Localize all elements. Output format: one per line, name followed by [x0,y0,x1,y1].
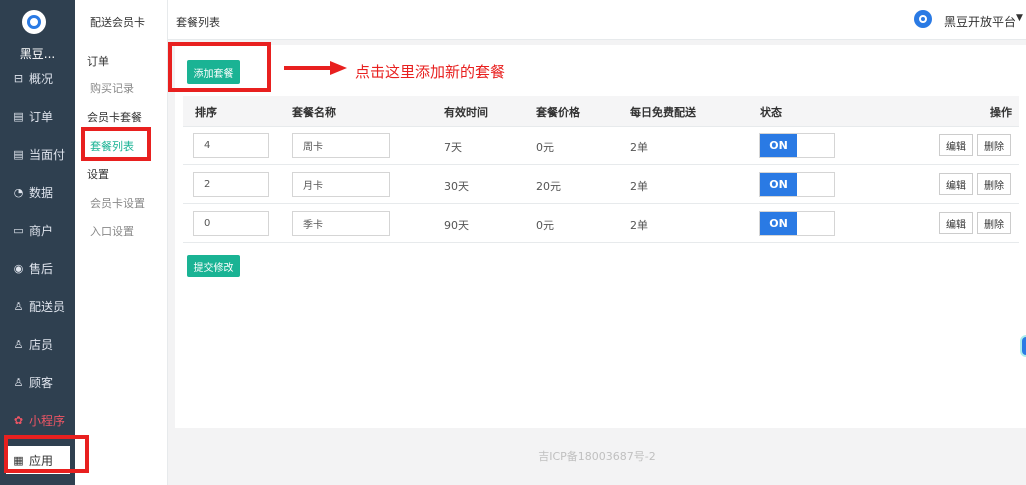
submenu-group-settings: 设置 [87,168,109,181]
highlight-apps [4,435,89,473]
sidebar-item-customer[interactable]: ♙ 顾客 [0,368,75,396]
submenu-group-orders: 订单 [87,55,109,68]
arrow-annotation-icon [284,61,347,75]
face-pay-icon: ▤ [13,147,24,161]
column-header-free-delivery: 每日免费配送 [630,106,696,119]
price-cell: 0元 [536,141,554,154]
edit-button[interactable]: 编辑 [939,173,973,195]
row-divider [183,203,1019,204]
brand-name: 黑豆... [19,47,56,61]
column-header-actions: 操作 [990,106,1012,119]
status-toggle[interactable]: ON [759,211,835,236]
duration-cell: 7天 [444,141,462,154]
submenu-group-card-packages: 会员卡套餐 [87,111,142,124]
courier-icon: ♙ [13,299,24,313]
submenu-title: 配送会员卡 [90,16,145,29]
free-delivery-cell: 2单 [630,141,648,154]
column-header-name: 套餐名称 [292,106,336,119]
sidebar-item-clerk[interactable]: ♙ 店员 [0,330,75,358]
column-header-status: 状态 [760,106,782,119]
overview-icon: ⊟ [13,71,24,85]
annotation-text: 点击这里添加新的套餐 [355,63,506,81]
price-cell: 20元 [536,180,561,193]
floating-widget-icon[interactable] [1020,335,1026,357]
sidebar-item-after-sale[interactable]: ◉ 售后 [0,254,75,282]
sidebar-item-mini-program[interactable]: ✿ 小程序 [0,406,75,434]
sidebar-item-courier[interactable]: ♙ 配送员 [0,292,75,320]
sidebar-item-merchant[interactable]: ▭ 商户 [0,216,75,244]
highlight-add-button [168,42,271,92]
package-name-input[interactable]: 季卡 [292,211,390,236]
row-divider [183,164,1019,165]
data-icon: ◔ [13,185,24,199]
user-menu[interactable]: 黑豆开放平台 [944,13,1016,30]
after-sale-icon: ◉ [13,261,24,275]
top-bar: 套餐列表 黑豆开放平台 ▼ [168,0,1026,40]
duration-cell: 30天 [444,180,469,193]
column-header-duration: 有效时间 [444,106,488,119]
order-input[interactable]: 2 [193,172,269,197]
submenu-link-purchase-records[interactable]: 购买记录 [90,80,134,96]
order-input[interactable]: 4 [193,133,269,158]
highlight-package-list [81,127,151,161]
package-name-input[interactable]: 周卡 [292,133,390,158]
delete-button[interactable]: 删除 [977,212,1011,234]
row-divider [183,242,1019,243]
sidebar-item-orders[interactable]: ▤ 订单 [0,102,75,130]
footer: 吉ICP备18003687号-2 [168,428,1026,485]
status-toggle[interactable]: ON [759,133,835,158]
order-input[interactable]: 0 [193,211,269,236]
customer-icon: ♙ [13,375,24,389]
sidebar-item-overview[interactable]: ⊟ 概况 [0,64,75,92]
merchant-icon: ▭ [13,223,24,237]
icp-text: 吉ICP备18003687号-2 [538,450,656,463]
submit-changes-button[interactable]: 提交修改 [187,255,240,277]
column-header-order: 排序 [195,106,217,119]
mini-program-icon: ✿ [13,413,24,427]
duration-cell: 90天 [444,219,469,232]
submenu-link-entry-settings[interactable]: 入口设置 [90,223,134,239]
delete-button[interactable]: 删除 [977,134,1011,156]
main-sidebar: 黑豆... ⊟ 概况 ▤ 订单 ▤ 当面付 ◔ 数据 ▭ 商户 ◉ 售后 ♙ 配送员 ♙ 店员 … [0,0,75,485]
sidebar-item-data[interactable]: ◔ 数据 [0,178,75,206]
package-name-input[interactable]: 月卡 [292,172,390,197]
sidebar-item-face-pay[interactable]: ▤ 当面付 [0,140,75,168]
brand-logo-icon[interactable] [22,10,46,34]
submenu-link-card-settings[interactable]: 会员卡设置 [90,195,145,211]
order-icon: ▤ [13,109,24,123]
user-avatar-icon [914,10,932,28]
free-delivery-cell: 2单 [630,219,648,232]
edit-button[interactable]: 编辑 [939,212,973,234]
clerk-icon: ♙ [13,337,24,351]
free-delivery-cell: 2单 [630,180,648,193]
delete-button[interactable]: 删除 [977,173,1011,195]
edit-button[interactable]: 编辑 [939,134,973,156]
secondary-menu: 配送会员卡 订单 购买记录 会员卡套餐 套餐列表 设置 会员卡设置 入口设置 [75,0,168,485]
row-divider [183,126,1019,127]
column-header-price: 套餐价格 [536,106,580,119]
price-cell: 0元 [536,219,554,232]
chevron-down-icon[interactable]: ▼ [1016,13,1023,23]
page-title: 套餐列表 [176,16,220,29]
status-toggle[interactable]: ON [759,172,835,197]
